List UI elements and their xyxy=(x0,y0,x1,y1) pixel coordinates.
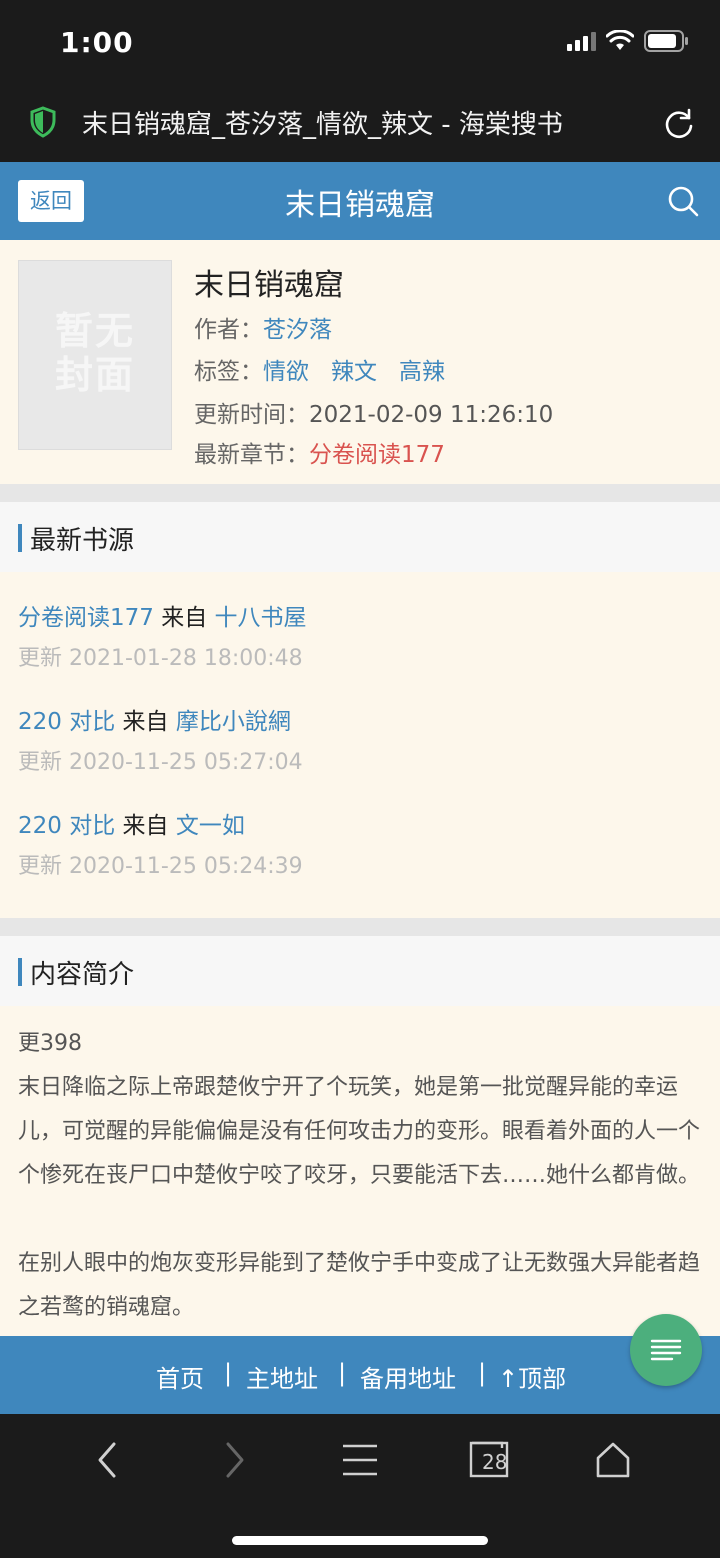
intro-section-header: 内容简介 xyxy=(0,936,720,1006)
tabs-button[interactable]: 28 xyxy=(468,1440,512,1480)
forward-icon[interactable] xyxy=(220,1440,248,1480)
intro-text: 更398 末日降临之际上帝跟楚攸宁开了个玩笑，她是第一批觉醒异能的幸运儿，可觉醒… xyxy=(0,1006,720,1336)
browser-page-title[interactable]: 末日销魂窟_苍汐落_情欲_辣文 - 海棠搜书 xyxy=(82,104,563,141)
page-header: 返回 末日销魂窟 xyxy=(0,162,720,240)
source-chapter-link[interactable]: 220 对比 xyxy=(18,709,115,735)
source-item[interactable]: 220 对比 来自 文一如 更新 2020-11-25 05:24:39 xyxy=(18,806,303,880)
source-item[interactable]: 分卷阅读177 来自 十八书屋 更新 2021-01-28 18:00:48 xyxy=(18,598,307,672)
cover-placeholder-text: 暂无 封面 xyxy=(54,309,135,397)
latest-chapter-link[interactable]: 分卷阅读177 xyxy=(309,442,445,468)
status-time: 1:00 xyxy=(60,26,134,59)
source-from-label: 来自 xyxy=(122,813,169,839)
sources-section-title: 最新书源 xyxy=(30,526,135,556)
source-updated: 更新 2020-11-25 05:24:39 xyxy=(18,854,303,879)
author-label: 作者： xyxy=(194,317,263,343)
update-time-value: 2021-02-09 11:26:10 xyxy=(309,402,554,428)
section-accent-bar xyxy=(18,524,22,552)
home-icon[interactable] xyxy=(594,1440,632,1480)
sources-list: 分卷阅读177 来自 十八书屋 更新 2021-01-28 18:00:48 2… xyxy=(0,572,720,918)
book-cover: 暂无 封面 xyxy=(18,260,172,450)
status-icons xyxy=(567,30,690,52)
section-accent-bar xyxy=(18,958,22,986)
source-updated: 更新 2021-01-28 18:00:48 xyxy=(18,646,303,671)
shield-icon[interactable] xyxy=(30,106,56,138)
status-bar: 1:00 xyxy=(0,0,720,86)
source-from-label: 来自 xyxy=(161,605,208,631)
search-icon[interactable] xyxy=(666,184,700,218)
reload-icon[interactable] xyxy=(662,106,696,140)
home-indicator[interactable] xyxy=(232,1536,488,1545)
update-time-line: 更新时间：2021-02-09 11:26:10 xyxy=(194,395,553,429)
tag-link[interactable]: 辣文 xyxy=(331,359,377,385)
author-link[interactable]: 苍汐落 xyxy=(263,317,332,343)
menu-fab-button[interactable] xyxy=(630,1314,702,1386)
intro-paragraph: 在别人眼中的炮灰变形异能到了楚攸宁手中变成了让无数强大异能者趋之若鹜的销魂窟。 xyxy=(18,1251,701,1320)
footer-separator: | xyxy=(478,1359,487,1387)
tag-link[interactable]: 情欲 xyxy=(263,359,309,385)
latest-chapter-label: 最新章节： xyxy=(194,442,309,468)
source-updated: 更新 2020-11-25 05:27:04 xyxy=(18,750,303,775)
sources-section-header: 最新书源 xyxy=(0,502,720,572)
update-time-label: 更新时间： xyxy=(194,402,309,428)
intro-paragraph: 末日降临之际上帝跟楚攸宁开了个玩笑，她是第一批觉醒异能的幸运儿，可觉醒的异能偏偏… xyxy=(18,1075,701,1188)
intro-paragraph: 更398 xyxy=(18,1031,82,1056)
signal-icon xyxy=(567,31,596,51)
source-site-link[interactable]: 文一如 xyxy=(176,813,245,839)
tags-line: 标签：情欲 辣文 高辣 xyxy=(194,352,467,386)
menu-icon xyxy=(650,1339,682,1361)
tab-count: 28 xyxy=(482,1450,508,1474)
source-chapter-link[interactable]: 220 对比 xyxy=(18,813,115,839)
source-site-link[interactable]: 十八书屋 xyxy=(215,605,307,631)
footer-link-home[interactable]: 首页 xyxy=(156,1359,204,1394)
book-info: 暂无 封面 末日销魂窟 作者：苍汐落 标签：情欲 辣文 高辣 更新时间：2021-0… xyxy=(0,240,720,484)
page-title: 末日销魂窟 xyxy=(285,188,435,223)
source-from-label: 来自 xyxy=(122,709,169,735)
section-divider xyxy=(0,484,720,502)
latest-chapter-line: 最新章节：分卷阅读177 xyxy=(194,435,445,469)
browser-address-bar[interactable]: 末日销魂窟_苍汐落_情欲_辣文 - 海棠搜书 xyxy=(0,86,720,162)
footer-nav: 首页 | 主地址 | 备用地址 | ↑顶部 xyxy=(0,1336,720,1414)
intro-section-title: 内容简介 xyxy=(30,960,135,990)
tag-link[interactable]: 高辣 xyxy=(399,359,445,385)
author-line: 作者：苍汐落 xyxy=(194,310,332,344)
footer-link-backup-address[interactable]: 备用地址 xyxy=(360,1359,456,1394)
wifi-icon xyxy=(606,30,634,50)
tags-label: 标签： xyxy=(194,359,263,385)
footer-link-top[interactable]: ↑顶部 xyxy=(498,1359,566,1394)
menu-lines-icon[interactable] xyxy=(340,1440,380,1480)
source-site-link[interactable]: 摩比小說網 xyxy=(176,709,291,735)
source-chapter-link[interactable]: 分卷阅读177 xyxy=(18,605,154,631)
footer-separator: | xyxy=(338,1359,347,1387)
back-icon[interactable] xyxy=(94,1440,122,1480)
battery-icon xyxy=(644,30,688,52)
footer-link-main-address[interactable]: 主地址 xyxy=(246,1359,318,1394)
book-title: 末日销魂窟 xyxy=(194,268,344,303)
section-divider xyxy=(0,918,720,936)
source-item[interactable]: 220 对比 来自 摩比小說網 更新 2020-11-25 05:27:04 xyxy=(18,702,303,776)
footer-separator: | xyxy=(224,1359,233,1387)
